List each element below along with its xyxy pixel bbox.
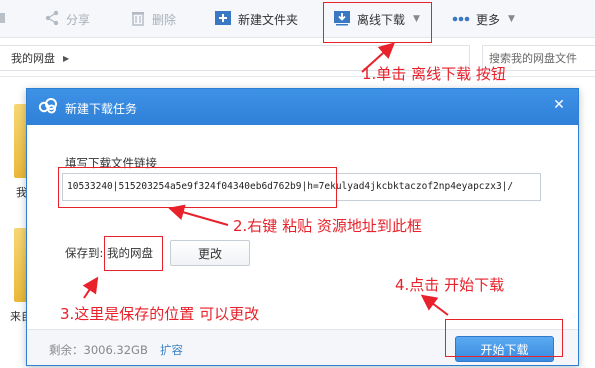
annotation-step4: 4.点击 开始下载	[395, 276, 505, 294]
partial-icon	[0, 10, 10, 29]
share-button[interactable]: 分享	[44, 0, 90, 38]
annotation-step2: 2.右键 粘贴 资源地址到此框	[233, 217, 422, 235]
new-folder-icon	[214, 10, 232, 29]
chevron-right-icon[interactable]: ▶	[63, 54, 69, 63]
cloud-logo-icon	[38, 97, 58, 118]
toolbar: 分享 删除 新建文件夹 离线下载 ▼ 更多 ▼	[0, 0, 595, 38]
close-icon[interactable]: ✕	[548, 94, 570, 116]
dialog-title: 新建下载任务	[65, 102, 138, 116]
save-to-label: 保存到:	[65, 246, 104, 260]
expand-storage-link[interactable]: 扩容	[160, 342, 183, 358]
annotation-step1: 1.单击 离线下载 按钮	[362, 65, 506, 83]
trash-icon	[130, 10, 146, 29]
new-folder-label: 新建文件夹	[238, 12, 299, 27]
toolbar-partial-button[interactable]	[0, 0, 16, 38]
chevron-down-icon: ▼	[508, 14, 515, 24]
highlight-offline-download	[323, 2, 432, 43]
annotation-step3: 3.这里是保存的位置 可以更改	[60, 305, 260, 323]
highlight-url-input	[58, 167, 337, 208]
delete-label: 删除	[152, 12, 177, 27]
delete-button[interactable]: 删除	[130, 0, 176, 38]
more-dots-icon	[452, 12, 470, 26]
highlight-save-path	[104, 236, 163, 271]
share-label: 分享	[66, 12, 91, 27]
change-location-button[interactable]: 更改	[170, 240, 250, 266]
breadcrumb-item-my-disk[interactable]: 我的网盘	[11, 50, 55, 66]
more-button[interactable]: 更多 ▼	[452, 0, 515, 38]
highlight-start-button	[445, 319, 563, 357]
dialog-titlebar[interactable]: 新建下载任务 ✕	[27, 89, 578, 125]
share-icon	[44, 10, 60, 29]
free-space-text: 剩余：3006.32GB	[49, 343, 148, 357]
new-folder-button[interactable]: 新建文件夹	[214, 0, 298, 38]
more-label: 更多	[476, 12, 501, 27]
